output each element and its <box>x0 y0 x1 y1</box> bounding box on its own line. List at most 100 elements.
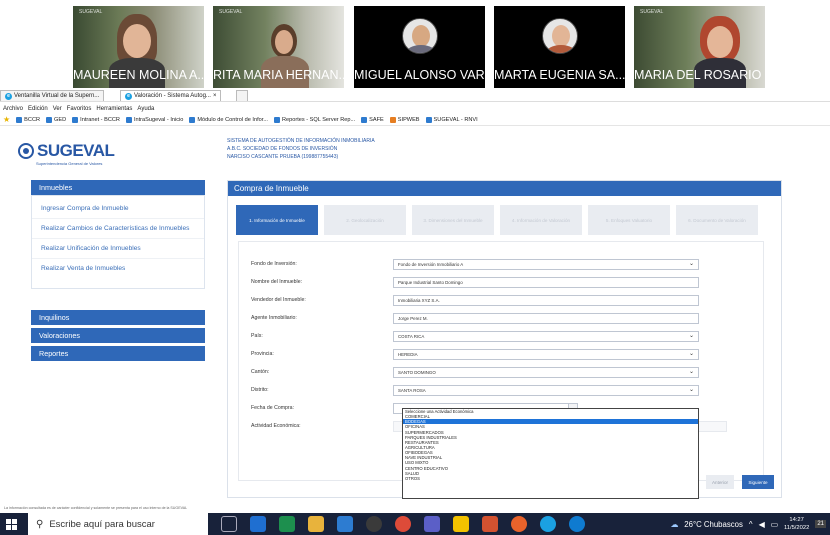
task-view-icon[interactable] <box>221 516 237 532</box>
network-icon[interactable]: ▭ <box>771 520 778 529</box>
company-name: A.B.C. SOCIEDAD DE FONDOS DE INVERSIÓN <box>227 146 338 152</box>
ie-icon[interactable] <box>540 516 556 532</box>
menu-archivo[interactable]: Archivo <box>3 106 23 112</box>
field-label: Vendedor del Inmueble: <box>251 297 306 303</box>
fav-icon <box>273 116 280 123</box>
step-enfoques[interactable]: 5. Enfoques Valuatorio <box>588 205 670 235</box>
sidebar-section-valoraciones[interactable]: Valoraciones <box>31 328 205 343</box>
distrito-select[interactable]: SANTA ROSA ⌄ <box>393 384 699 396</box>
vendedor-input[interactable]: Inmobiliaria XYZ S.A. <box>393 294 699 306</box>
field-label: País: <box>251 333 263 339</box>
form-row: Vendedor del Inmueble: Inmobiliaria XYZ … <box>251 294 699 306</box>
fav-intrasugeval[interactable]: IntraSugeval - Inicio <box>125 116 183 123</box>
fav-ged[interactable]: GED <box>46 116 66 123</box>
app-icon[interactable] <box>250 516 266 532</box>
form-row: Provincia: HEREDIA ⌄ <box>251 348 699 360</box>
tab-label: Valoración - Sistema Autog... <box>134 93 211 99</box>
taskbar-search[interactable]: ⚲ Escribe aquí para buscar <box>28 513 208 535</box>
fav-modulo-control[interactable]: Módulo de Control de Infor... <box>189 116 268 123</box>
form-row: Nombre del Inmueble: Parque Industrial S… <box>251 276 699 288</box>
fav-sugeval-rnvi[interactable]: SUGEVAL - RNVI <box>425 116 478 123</box>
edge-icon[interactable] <box>569 516 585 532</box>
chevron-down-icon: ⌄ <box>688 350 694 357</box>
file-explorer-icon[interactable] <box>308 516 324 532</box>
step-geolocalizacion[interactable]: 2. Geolocalización <box>324 205 406 235</box>
sugeval-watermark: SUGEVAL <box>219 9 243 15</box>
chrome-icon[interactable] <box>395 516 411 532</box>
field-label: Fecha de Compra: <box>251 405 294 411</box>
weather-icon: ☁ <box>670 519 679 529</box>
dropdown-option[interactable]: OTROS <box>405 476 698 481</box>
browser-tab[interactable]: e Ventanilla Virtual de la Supern... <box>0 90 105 101</box>
clock[interactable]: 14:27 11/5/2022 <box>784 516 809 532</box>
step-informacion[interactable]: 1. Información de Inmueble <box>236 205 318 235</box>
sidebar-item-ingresar-compra[interactable]: Ingresar Compra de Inmueble <box>32 199 204 219</box>
field-label: Cantón: <box>251 369 270 375</box>
menu-ver[interactable]: Ver <box>53 106 62 112</box>
menu-favoritos[interactable]: Favoritos <box>67 106 92 112</box>
system-info: SISTEMA DE AUTOGESTIÓN DE INFORMACIÓN IN… <box>227 137 375 161</box>
siguiente-button[interactable]: Siguiente <box>742 475 774 489</box>
sidebar-item-cambios[interactable]: Realizar Cambios de Características de I… <box>32 219 204 239</box>
firefox-icon[interactable] <box>511 516 527 532</box>
sugeval-watermark: SUGEVAL <box>79 9 103 15</box>
start-button[interactable] <box>0 513 22 535</box>
sidebar-section-inmuebles[interactable]: Inmuebles <box>31 180 205 195</box>
pais-select[interactable]: COSTA RICA ⌄ <box>393 330 699 342</box>
form-row: Distrito: SANTA ROSA ⌄ <box>251 384 699 396</box>
participant-tile[interactable]: SUGEVAL MAUREEN MOLINA A... <box>73 6 204 88</box>
fav-icon <box>425 116 432 123</box>
fav-sipweb[interactable]: SIPWEB <box>389 116 420 123</box>
chevron-down-icon: ⌄ <box>688 386 694 393</box>
weather-text[interactable]: 26°C Chubascos <box>684 520 743 529</box>
actividad-dropdown-list[interactable]: Seleccione una Actividad Económica COMERC… <box>402 408 699 499</box>
participant-tile[interactable]: MIGUEL ALONSO VAR... <box>354 6 485 88</box>
anterior-button[interactable]: Anterior <box>706 475 734 489</box>
sidebar-item-venta[interactable]: Realizar Venta de Inmuebles <box>32 259 204 278</box>
notifications-icon[interactable]: 21 <box>815 520 826 528</box>
provincia-select[interactable]: HEREDIA ⌄ <box>393 348 699 360</box>
participant-avatar <box>541 18 578 54</box>
app-icon[interactable] <box>453 516 469 532</box>
fav-icon <box>72 116 79 123</box>
field-label: Provincia: <box>251 351 274 357</box>
app-icon[interactable] <box>366 516 382 532</box>
fav-intranet[interactable]: Intranet - BCCR <box>72 116 120 123</box>
teams-icon[interactable] <box>424 516 440 532</box>
tab-close-icon[interactable]: × <box>213 93 217 99</box>
tray-arrow-icon[interactable]: ^ <box>749 520 753 529</box>
field-label: Actividad Económica: <box>251 423 301 429</box>
favorites-star-icon[interactable]: ★ <box>3 115 10 124</box>
excel-icon[interactable] <box>279 516 295 532</box>
sidebar-item-unificacion[interactable]: Realizar Unificación de Inmuebles <box>32 239 204 259</box>
form-row: Fondo de Inversión: Fondo de Inversión I… <box>251 258 699 270</box>
participant-tile[interactable]: SUGEVAL MARIA DEL ROSARIO ... <box>634 6 765 88</box>
participant-tile[interactable]: SUGEVAL RITA MARIA HERNAN... <box>213 6 344 88</box>
form-row: Agente Inmobiliario: Jorge Perez M. <box>251 312 699 324</box>
powerpoint-icon[interactable] <box>482 516 498 532</box>
new-tab-button[interactable] <box>236 90 248 101</box>
fondo-select[interactable]: Fondo de Inversión Inmobiliario A ⌄ <box>393 258 699 270</box>
browser-tab-active[interactable]: e Valoración - Sistema Autog... × <box>120 90 222 101</box>
fav-reportes[interactable]: Reportes - SQL Server Rep... <box>273 116 355 123</box>
nombre-input[interactable]: Parque Industrial Santo Domingo <box>393 276 699 288</box>
ie-icon: e <box>125 92 132 100</box>
sugeval-logo[interactable]: SUGEVAL Superintendencia General de Valo… <box>18 141 115 166</box>
page-title: Compra de Inmueble <box>228 181 781 196</box>
step-dimensiones[interactable]: 3. Dimensiones del Inmueble <box>412 205 494 235</box>
participant-tile[interactable]: MARTA EUGENIA SA... <box>494 6 625 88</box>
canton-select[interactable]: SANTO DOMINGO ⌄ <box>393 366 699 378</box>
step-documento[interactable]: 6. Documento de Valoración <box>676 205 758 235</box>
agente-input[interactable]: Jorge Perez M. <box>393 312 699 324</box>
volume-icon[interactable]: ◀ <box>759 520 765 529</box>
app-icon[interactable] <box>337 516 353 532</box>
sidebar-section-reportes[interactable]: Reportes <box>31 346 205 361</box>
menu-herramientas[interactable]: Herramientas <box>96 106 132 112</box>
fav-bccr[interactable]: BCCR <box>16 116 40 123</box>
form-row: Cantón: SANTO DOMINGO ⌄ <box>251 366 699 378</box>
menu-edicion[interactable]: Edición <box>28 106 48 112</box>
menu-ayuda[interactable]: Ayuda <box>137 106 154 112</box>
sidebar-section-inquilinos[interactable]: Inquilinos <box>31 310 205 325</box>
step-valoracion[interactable]: 4. Información de Valoración <box>500 205 582 235</box>
fav-safe[interactable]: SAFE <box>361 116 384 123</box>
